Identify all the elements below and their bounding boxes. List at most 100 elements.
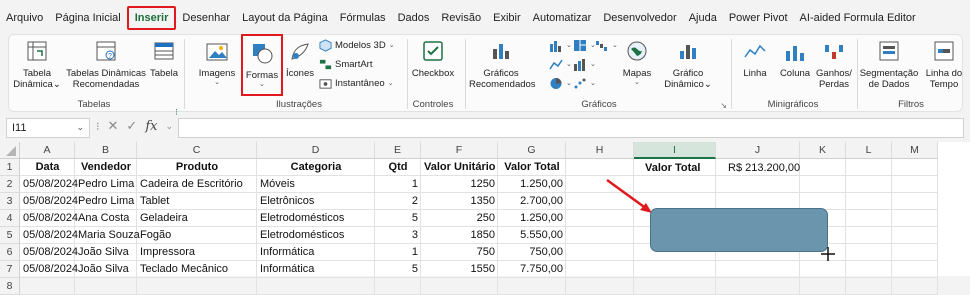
cell[interactable] [892, 159, 938, 176]
row-header[interactable]: 5 [0, 227, 20, 244]
checkbox-button[interactable]: Checkbox [409, 39, 457, 79]
table-header-cell[interactable]: Categoria [257, 159, 375, 176]
table-cell[interactable]: 750,00 [498, 244, 566, 261]
column-header-d[interactable]: D [257, 142, 375, 159]
table-cell[interactable]: Eletrônicos [257, 193, 375, 210]
cell[interactable] [800, 278, 846, 295]
menu-tab-arquivo[interactable]: Arquivo [0, 6, 49, 30]
cancel-icon[interactable]: ✕ [108, 118, 119, 134]
menu-tab-layout-da-p-gina[interactable]: Layout da Página [236, 6, 334, 30]
cell[interactable] [634, 261, 716, 278]
table-cell[interactable]: Teclado Mecânico [137, 261, 257, 278]
icones-button[interactable]: Ícones [285, 41, 315, 79]
cell[interactable] [716, 176, 800, 193]
name-box[interactable]: I11 ⌄ [6, 118, 90, 138]
table-cell[interactable]: 1350 [421, 193, 498, 210]
table-cell[interactable]: Ana Costa [75, 210, 137, 227]
coluna-sparkline-button[interactable]: Coluna [777, 41, 813, 79]
table-cell[interactable]: Informática [257, 244, 375, 261]
cell[interactable] [846, 278, 892, 295]
menu-tab-p-gina-inicial[interactable]: Página Inicial [49, 6, 126, 30]
table-header-cell[interactable]: Produto [137, 159, 257, 176]
column-header-b[interactable]: B [75, 142, 137, 159]
table-cell[interactable]: Cadeira de Escritório [137, 176, 257, 193]
summary-value[interactable]: R$ 213.200,00 [725, 160, 808, 177]
table-cell[interactable]: Maria Souza [75, 227, 140, 244]
column-header-c[interactable]: C [137, 142, 257, 159]
mapas-button[interactable]: Mapas ⌄ [619, 39, 655, 87]
cell[interactable] [257, 278, 375, 295]
cell[interactable] [892, 210, 938, 227]
row-header[interactable]: 3 [0, 193, 20, 210]
menu-tab-revis-o[interactable]: Revisão [435, 6, 487, 30]
cell[interactable] [421, 278, 498, 295]
linha-sparkline-button[interactable]: Linha [737, 41, 773, 79]
table-cell[interactable]: 1 [375, 176, 421, 193]
table-cell[interactable]: 2 [375, 193, 421, 210]
table-cell[interactable]: 1.250,00 [498, 176, 566, 193]
menu-tab-ajuda[interactable]: Ajuda [683, 6, 723, 30]
cell[interactable] [566, 278, 634, 295]
row-header[interactable]: 7 [0, 261, 20, 278]
menu-tab-automatizar[interactable]: Automatizar [527, 6, 598, 30]
column-header-m[interactable]: M [892, 142, 938, 159]
table-cell[interactable]: 1.250,00 [498, 210, 566, 227]
cell[interactable] [846, 227, 892, 244]
table-header-cell[interactable]: Valor Unitário [421, 159, 498, 176]
table-cell[interactable]: Pedro Lima [75, 193, 137, 210]
formula-input[interactable] [178, 118, 964, 138]
table-cell[interactable]: Informática [257, 261, 375, 278]
table-cell[interactable]: 1250 [421, 176, 498, 193]
select-all-corner[interactable] [0, 142, 20, 159]
table-cell[interactable]: 05/08/2024 [20, 193, 78, 210]
cell[interactable] [800, 261, 846, 278]
table-cell[interactable]: 2.700,00 [498, 193, 566, 210]
table-cell[interactable]: 05/08/2024 [20, 210, 78, 227]
imagens-button[interactable]: Imagens ⌄ [197, 41, 237, 87]
cell[interactable] [375, 278, 421, 295]
cell[interactable] [137, 278, 257, 295]
column-header-a[interactable]: A [20, 142, 75, 159]
cell[interactable] [716, 261, 800, 278]
table-cell[interactable]: Pedro Lima [75, 176, 137, 193]
column-chart-button[interactable]: ⌄ [549, 39, 572, 52]
table-cell[interactable]: 05/08/2024 [20, 261, 78, 278]
waterfall-chart-button[interactable]: ⌄ [595, 39, 618, 52]
row-header[interactable]: 6 [0, 244, 20, 261]
menu-tab-power-pivot[interactable]: Power Pivot [723, 6, 794, 30]
name-box-chevron-icon[interactable]: ⌄ [76, 122, 84, 133]
table-cell[interactable]: 5.550,00 [498, 227, 566, 244]
column-header-j[interactable]: J [716, 142, 800, 159]
cell[interactable] [892, 278, 938, 295]
graficos-recomendados-button[interactable]: Gráficos Recomendados [469, 39, 536, 90]
cell[interactable] [566, 244, 634, 261]
pie-chart-button[interactable]: ⌄ [549, 77, 572, 90]
table-cell[interactable]: João Silva [75, 261, 137, 278]
menu-tab-desenhar[interactable]: Desenhar [176, 6, 236, 30]
menu-tab-f-rmulas[interactable]: Fórmulas [334, 6, 392, 30]
formas-button[interactable]: Formas ⌄ [241, 34, 283, 96]
cell[interactable] [716, 278, 800, 295]
ganhos-perdas-button[interactable]: Ganhos/ Perdas [815, 41, 853, 90]
table-header-cell[interactable]: Data [20, 159, 75, 176]
table-cell[interactable]: 250 [421, 210, 498, 227]
cell[interactable] [846, 176, 892, 193]
column-header-g[interactable]: G [498, 142, 566, 159]
table-cell[interactable]: Eletrodomésticos [257, 227, 375, 244]
table-cell[interactable]: Impressora [137, 244, 257, 261]
rounded-rectangle-shape[interactable] [650, 208, 828, 252]
smartart-button[interactable]: SmartArt [319, 58, 372, 71]
table-cell[interactable]: 5 [375, 210, 421, 227]
cell[interactable] [892, 176, 938, 193]
column-header-k[interactable]: K [800, 142, 846, 159]
table-cell[interactable]: João Silva [75, 244, 137, 261]
cell[interactable] [75, 278, 137, 295]
line-chart-button[interactable]: ⌄ [549, 58, 572, 71]
table-cell[interactable]: 05/08/2024 [20, 227, 78, 244]
table-cell[interactable]: 1 [375, 244, 421, 261]
row-header[interactable]: 4 [0, 210, 20, 227]
column-header-e[interactable]: E [375, 142, 421, 159]
table-cell[interactable]: 3 [375, 227, 421, 244]
cell[interactable] [892, 261, 938, 278]
tabela-button[interactable]: Tabela [149, 39, 179, 79]
